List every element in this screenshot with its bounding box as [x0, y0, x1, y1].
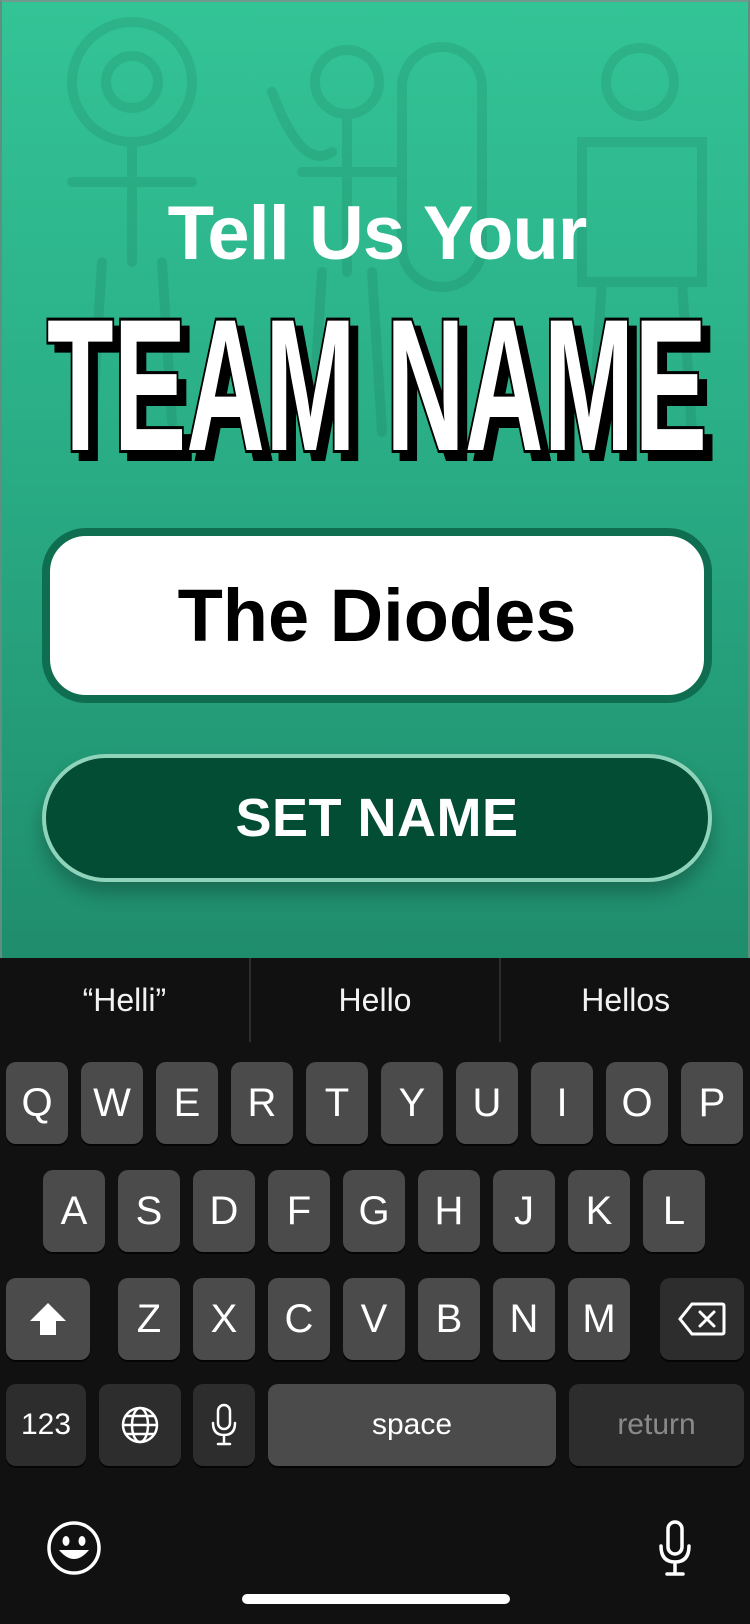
- app-screen: Tell Us Your TEAM NAME TEAM NAME The Dio…: [0, 0, 750, 958]
- key-v[interactable]: V: [343, 1278, 405, 1360]
- key-k[interactable]: K: [568, 1170, 630, 1252]
- key-z[interactable]: Z: [118, 1278, 180, 1360]
- key-l[interactable]: L: [643, 1170, 705, 1252]
- key-e[interactable]: E: [156, 1062, 218, 1144]
- key-w[interactable]: W: [81, 1062, 143, 1144]
- key-d[interactable]: D: [193, 1170, 255, 1252]
- suggestion-item[interactable]: Hellos: [501, 958, 750, 1042]
- key-h[interactable]: H: [418, 1170, 480, 1252]
- space-key[interactable]: space: [268, 1384, 556, 1466]
- microphone-icon: [211, 1403, 237, 1446]
- key-g[interactable]: G: [343, 1170, 405, 1252]
- key-t[interactable]: T: [306, 1062, 368, 1144]
- suggestion-item[interactable]: Hello: [251, 958, 500, 1042]
- key-n[interactable]: N: [493, 1278, 555, 1360]
- return-key[interactable]: return: [569, 1384, 744, 1466]
- emoji-icon: [47, 1521, 101, 1575]
- predictive-suggestions-bar: “Helli” Hello Hellos: [0, 958, 750, 1042]
- shift-icon: [30, 1303, 66, 1335]
- team-name-input[interactable]: The Diodes: [42, 528, 712, 703]
- key-j[interactable]: J: [493, 1170, 555, 1252]
- headline-team-name: TEAM NAME TEAM NAME: [2, 277, 748, 501]
- on-screen-keyboard: “Helli” Hello Hellos Q W E R T Y U I O P…: [0, 958, 750, 1624]
- numbers-key[interactable]: 123: [6, 1384, 86, 1466]
- headline-team-name-text: TEAM NAME: [47, 280, 707, 480]
- globe-icon: [121, 1406, 159, 1444]
- key-s[interactable]: S: [118, 1170, 180, 1252]
- home-indicator[interactable]: [242, 1594, 510, 1604]
- key-a[interactable]: A: [43, 1170, 105, 1252]
- set-name-button[interactable]: SET NAME: [42, 754, 712, 882]
- suggestion-item[interactable]: “Helli”: [0, 958, 249, 1042]
- key-r[interactable]: R: [231, 1062, 293, 1144]
- key-p[interactable]: P: [681, 1062, 743, 1144]
- key-b[interactable]: B: [418, 1278, 480, 1360]
- key-y[interactable]: Y: [381, 1062, 443, 1144]
- set-name-label: SET NAME: [235, 788, 519, 848]
- key-x[interactable]: X: [193, 1278, 255, 1360]
- dictation-key[interactable]: [193, 1384, 255, 1466]
- dictation-icon: [659, 1520, 691, 1576]
- headline-tell-us: Tell Us Your: [167, 191, 588, 276]
- delete-key[interactable]: [660, 1278, 744, 1360]
- backspace-icon: [678, 1302, 726, 1336]
- key-m[interactable]: M: [568, 1278, 630, 1360]
- key-o[interactable]: O: [606, 1062, 668, 1144]
- key-q[interactable]: Q: [6, 1062, 68, 1144]
- shift-key[interactable]: [6, 1278, 90, 1360]
- emoji-button[interactable]: [46, 1520, 102, 1581]
- key-i[interactable]: I: [531, 1062, 593, 1144]
- key-f[interactable]: F: [268, 1170, 330, 1252]
- team-name-value: The Diodes: [177, 574, 577, 657]
- key-c[interactable]: C: [268, 1278, 330, 1360]
- key-u[interactable]: U: [456, 1062, 518, 1144]
- globe-key[interactable]: [99, 1384, 181, 1466]
- dictation-button[interactable]: [658, 1520, 692, 1581]
